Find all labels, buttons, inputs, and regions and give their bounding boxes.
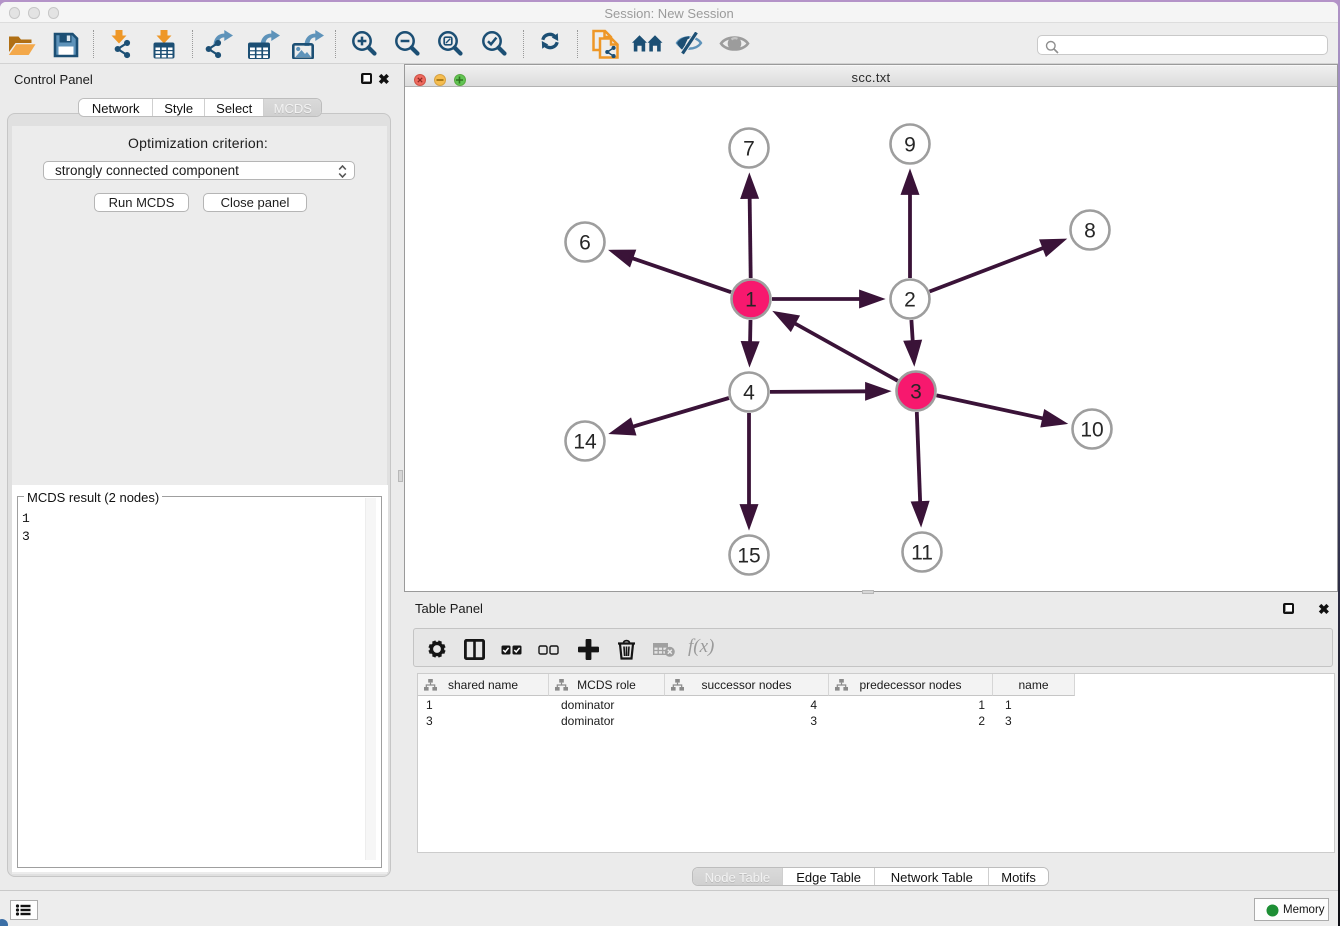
svg-text:7: 7 [743,138,755,161]
svg-text:10: 10 [1080,419,1103,442]
svg-text:2: 2 [904,289,916,312]
svg-text:14: 14 [573,431,597,454]
svg-text:15: 15 [737,545,760,568]
svg-text:8: 8 [1084,220,1096,243]
svg-text:6: 6 [579,232,591,255]
svg-text:4: 4 [743,382,755,405]
svg-text:3: 3 [910,381,922,404]
svg-text:1: 1 [745,289,757,312]
svg-text:9: 9 [904,134,916,157]
svg-text:11: 11 [911,542,933,565]
